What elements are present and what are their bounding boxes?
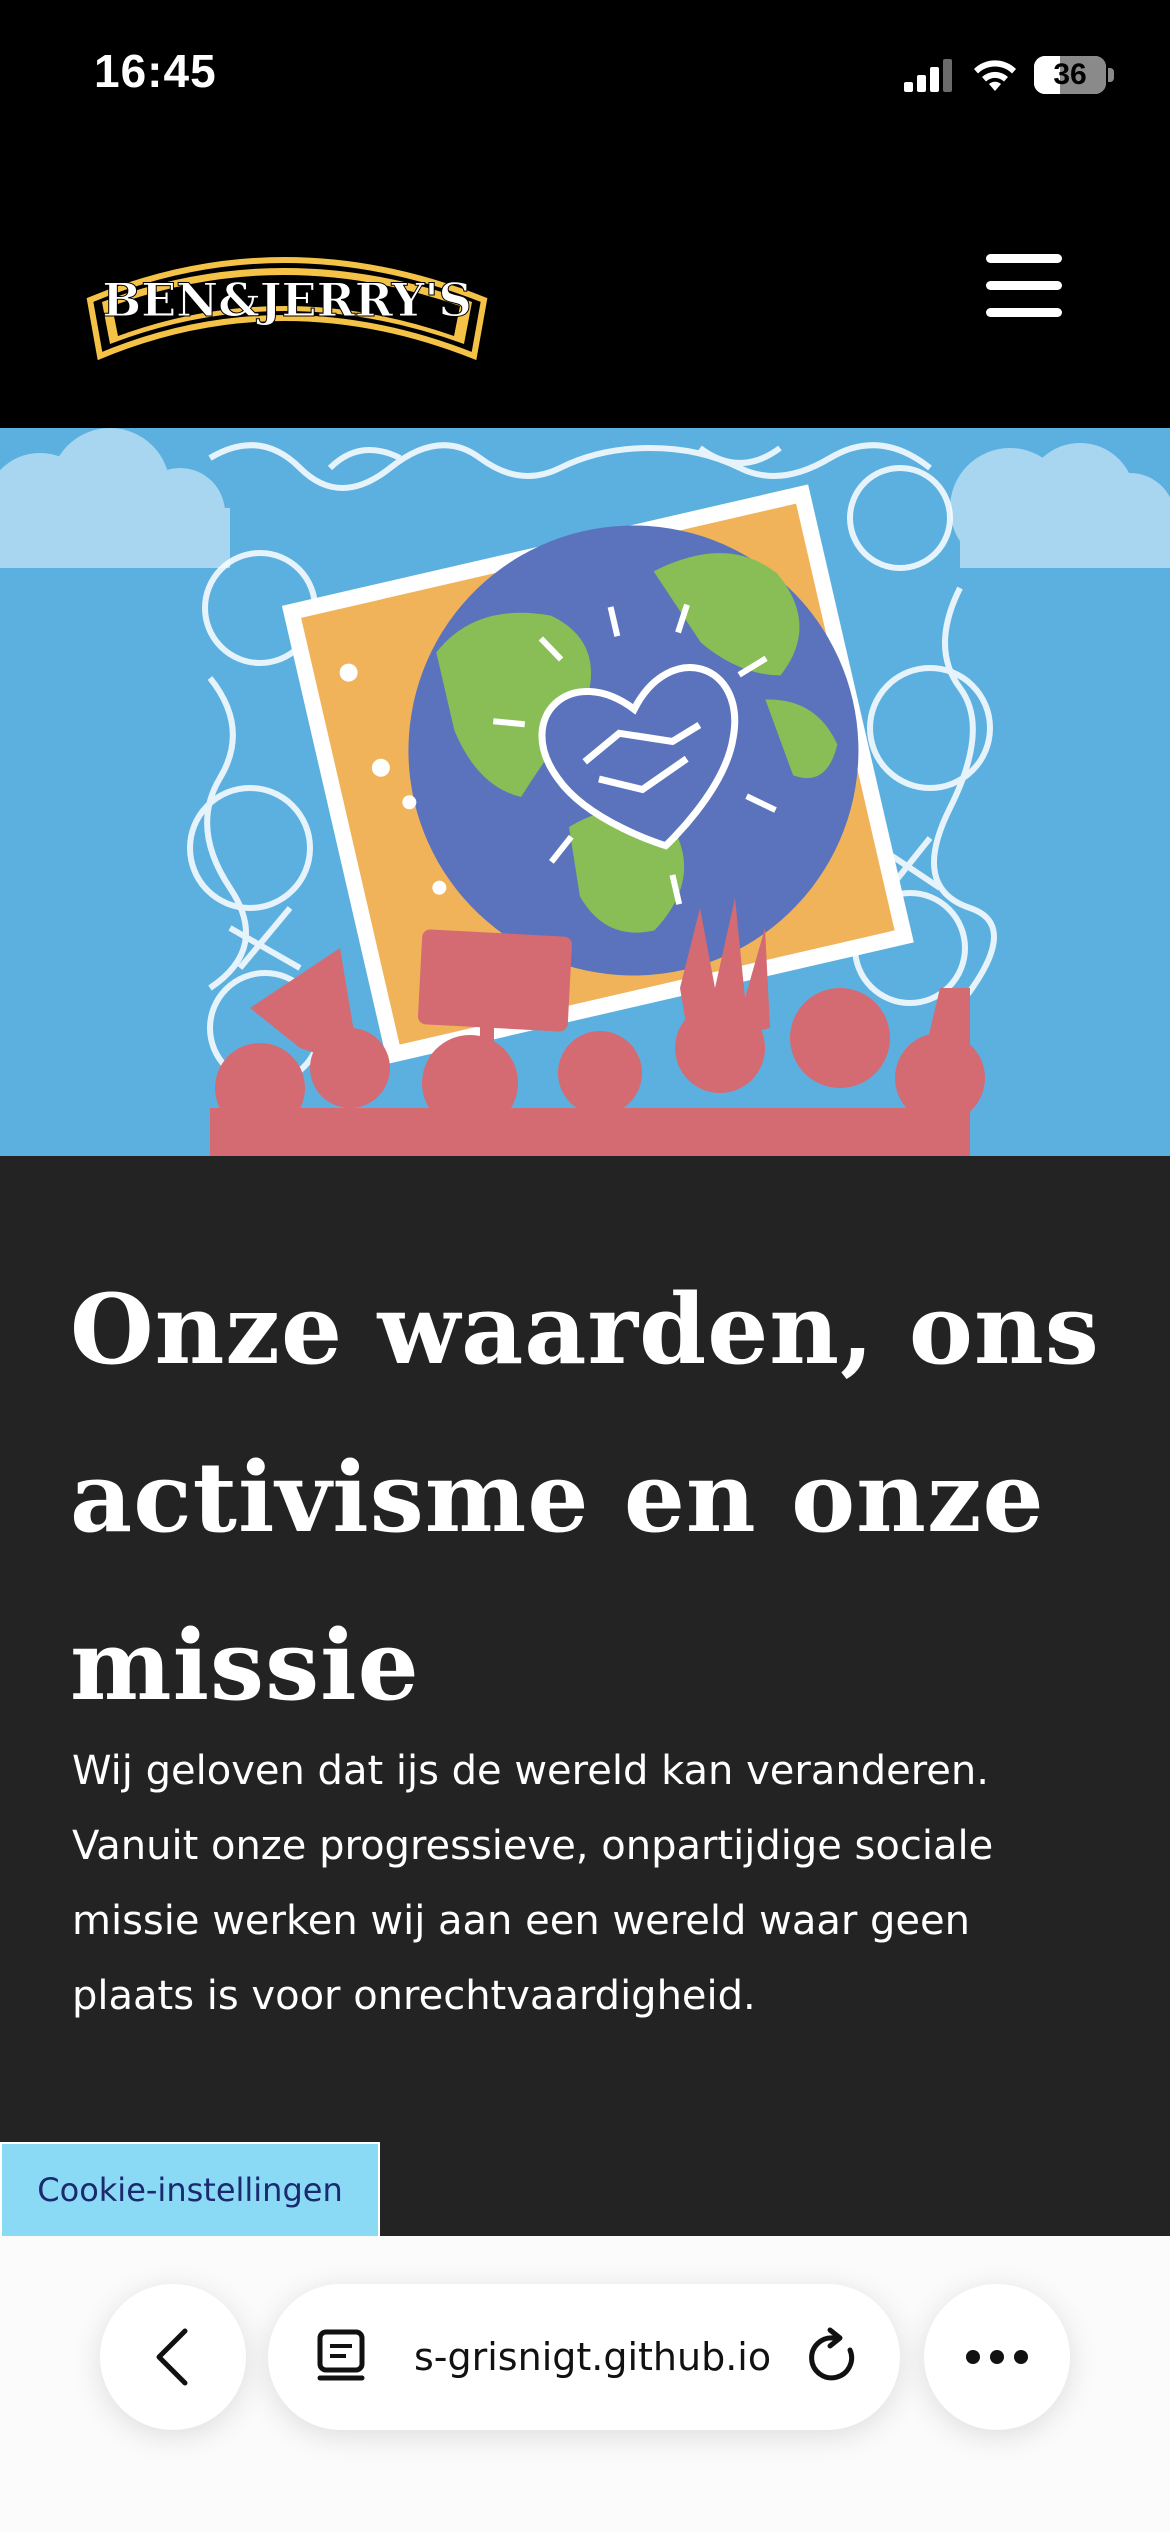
status-time: 16:45: [94, 45, 217, 97]
status-icons: 36: [902, 50, 1114, 100]
cookie-settings-button[interactable]: Cookie-instellingen: [0, 2142, 380, 2238]
wifi-icon: [974, 60, 1016, 91]
more-dots-icon: [966, 2350, 1028, 2364]
back-button[interactable]: [100, 2284, 246, 2430]
main-content: Onze waarden, ons activisme en onze miss…: [0, 1156, 1170, 2236]
status-bar: 16:45 36: [0, 0, 1170, 150]
battery-level: 36: [1053, 58, 1087, 91]
hero-illustration: [0, 428, 1170, 1156]
menu-line-bottom: [986, 308, 1062, 317]
menu-line-top: [986, 254, 1062, 263]
ben-jerrys-logo[interactable]: BEN&JERRY'S: [82, 230, 492, 360]
hamburger-menu-icon[interactable]: [986, 254, 1062, 318]
chevron-left-icon: [156, 2328, 188, 2386]
intro-paragraph: Wij geloven dat ijs de wereld kan verand…: [72, 1748, 994, 2019]
browser-toolbar: s-grisnigt.github.io: [0, 2236, 1170, 2532]
reload-icon[interactable]: [806, 2326, 862, 2388]
logo-text: BEN&JERRY'S: [102, 273, 472, 327]
battery-nub: [1108, 68, 1114, 82]
battery-indicator: 36: [1034, 56, 1106, 94]
menu-line-middle: [986, 281, 1062, 290]
url-text: s-grisnigt.github.io: [414, 2335, 772, 2379]
more-options-button[interactable]: [924, 2284, 1070, 2430]
site-header: BEN&JERRY'S: [0, 150, 1170, 428]
address-bar[interactable]: s-grisnigt.github.io: [268, 2284, 900, 2430]
reader-mode-icon[interactable]: [316, 2328, 366, 2386]
hero-image: [0, 428, 1170, 1156]
cellular-signal-icon: [904, 59, 952, 92]
page-title: Onze waarden, ons activisme en onze miss…: [70, 1273, 1100, 1722]
